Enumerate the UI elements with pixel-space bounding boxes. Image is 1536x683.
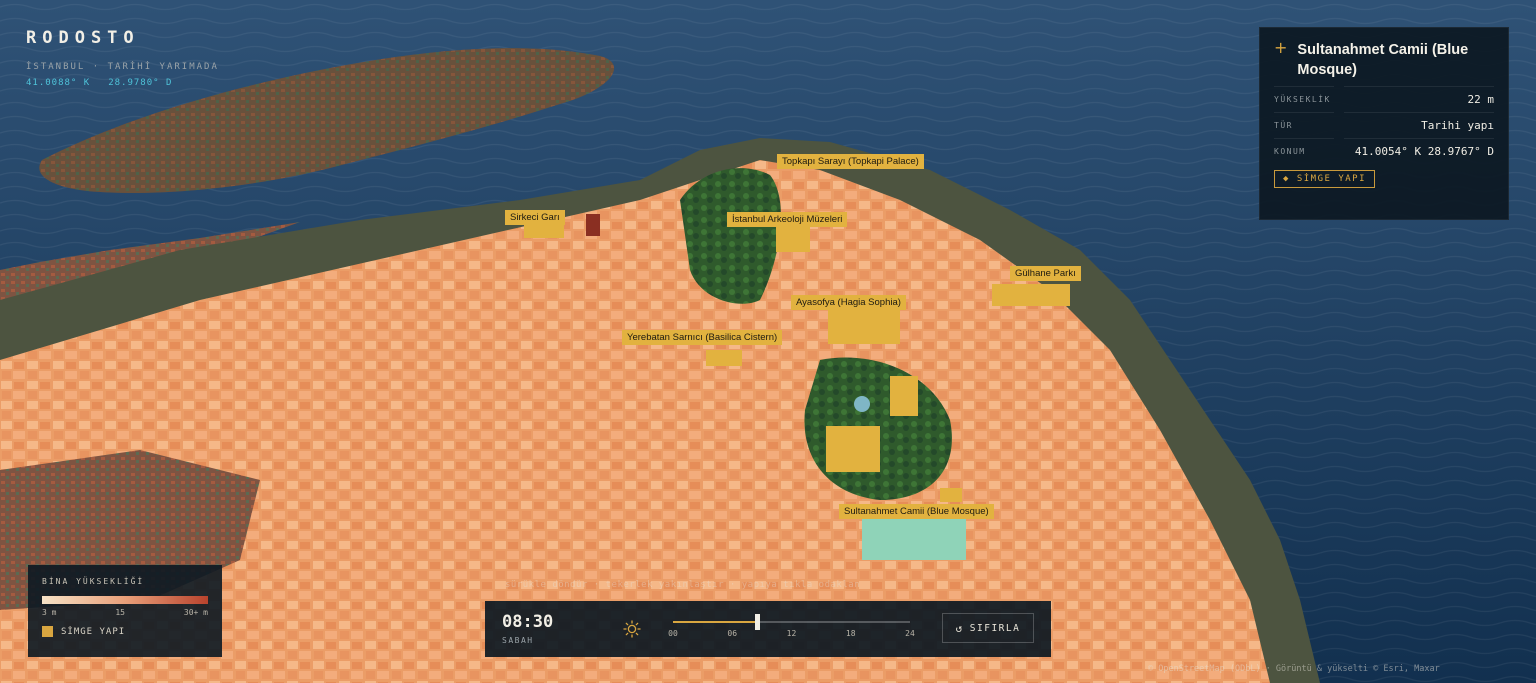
info-value: 41.0054° K 28.9767° D xyxy=(1344,138,1494,158)
reset-icon: ↺ xyxy=(955,621,964,635)
plus-icon: + xyxy=(1274,38,1288,57)
landmark-badge: ◆ SİMGE YAPI xyxy=(1274,170,1376,188)
height-color-ramp xyxy=(42,596,208,604)
info-value: Tarihi yapı xyxy=(1344,112,1494,132)
info-label: KONUM xyxy=(1274,138,1334,156)
legend-mid: 15 xyxy=(115,608,125,617)
time-control-bar: 08:30 SABAH 00 06 12 18 24 ↺ SIFIRLA xyxy=(485,601,1051,657)
brand-title: RODOSTO xyxy=(26,28,140,48)
info-panel-title: Sultanahmet Camii (Blue Mosque) xyxy=(1297,42,1469,78)
time-tick-06: 06 xyxy=(727,629,738,638)
time-slider-ticks: 00 06 12 18 24 xyxy=(668,629,915,639)
legend-max: 30+ m xyxy=(183,608,208,617)
reset-button[interactable]: ↺ SIFIRLA xyxy=(942,613,1034,643)
hud-title: RODOSTO İSTANBUL · TARİHİ YARIMADA 41.00… xyxy=(26,28,219,88)
time-tick-18: 18 xyxy=(845,629,856,638)
longitude: 28.9780° D xyxy=(108,78,173,88)
landmark-label-topkapi[interactable]: Topkapı Sarayı (Topkapi Palace) xyxy=(777,154,924,169)
attribution: © OpenStreetMap (ODbL) · Görüntü & yükse… xyxy=(1148,664,1440,674)
landmark-label-hagia-sophia[interactable]: Ayasofya (Hagia Sophia) xyxy=(791,295,906,310)
time-period: SABAH xyxy=(502,636,534,645)
landmark-label-blue-mosque[interactable]: Sultanahmet Camii (Blue Mosque) xyxy=(839,504,994,519)
height-legend: BİNA YÜKSEKLİĞİ 3 m 15 30+ m SİMGE YAPI xyxy=(28,565,222,657)
interaction-hint: sürükle döndür · tekerlek yakınlaştır · … xyxy=(505,580,861,590)
time-slider-fill xyxy=(673,621,757,623)
landmark-swatch xyxy=(42,626,53,637)
legend-min: 3 m xyxy=(42,608,57,617)
reset-label: SIFIRLA xyxy=(969,622,1021,634)
info-row-height: YÜKSEKLİK 22 m xyxy=(1274,86,1494,106)
info-row-type: TÜR Tarihi yapı xyxy=(1274,112,1494,132)
legend-landmark-label: SİMGE YAPI xyxy=(61,626,126,637)
info-label: YÜKSEKLİK xyxy=(1274,86,1334,104)
time-display: 08:30 xyxy=(502,612,554,632)
info-value: 22 m xyxy=(1344,86,1494,106)
sun-icon xyxy=(623,620,641,638)
info-row-location: KONUM 41.0054° K 28.9767° D xyxy=(1274,138,1494,158)
time-tick-00: 00 xyxy=(668,629,678,638)
landmark-label-archaeology-museum[interactable]: İstanbul Arkeoloji Müzeleri xyxy=(727,212,848,227)
coordinates-readout: 41.0088° K 28.9780° D xyxy=(26,78,219,88)
latitude: 41.0088° K xyxy=(26,78,91,88)
time-tick-24: 24 xyxy=(905,629,915,638)
time-slider[interactable] xyxy=(673,614,910,630)
legend-title: BİNA YÜKSEKLİĞİ xyxy=(42,577,145,586)
info-label: TÜR xyxy=(1274,112,1334,130)
time-tick-12: 12 xyxy=(786,629,797,638)
landmark-label-basilica-cistern[interactable]: Yerebatan Sarnıcı (Basilica Cistern) xyxy=(622,330,783,345)
location-subtitle: İSTANBUL · TARİHİ YARIMADA xyxy=(26,62,219,72)
info-panel: + Sultanahmet Camii (Blue Mosque) YÜKSEK… xyxy=(1259,27,1509,220)
landmark-label-sirkeci[interactable]: Sirkeci Garı xyxy=(505,210,565,225)
landmark-label-gulhane[interactable]: Gülhane Parkı xyxy=(1010,266,1081,281)
time-slider-thumb[interactable] xyxy=(754,614,760,630)
